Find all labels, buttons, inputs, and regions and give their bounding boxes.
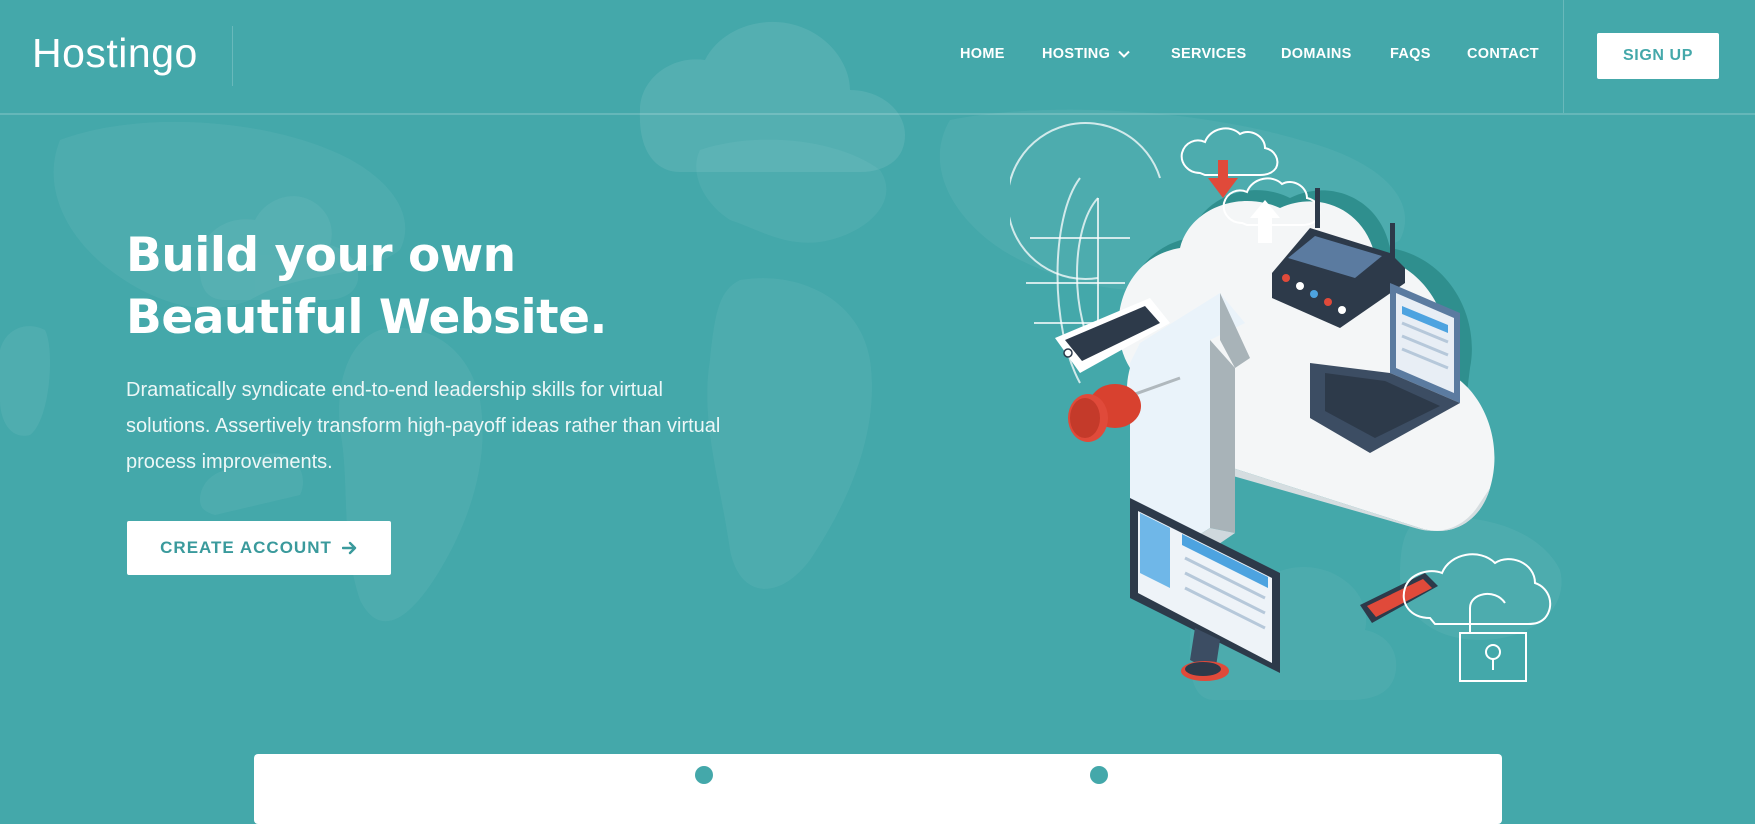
hero-title: Build your own Beautiful Website. — [126, 225, 607, 349]
nav-item-home[interactable]: HOME — [960, 46, 1005, 62]
cloud-hosting-illustration — [1010, 122, 1552, 682]
hero-description: Dramatically syndicate end-to-end leader… — [126, 379, 721, 473]
nav-divider — [1563, 0, 1564, 113]
hero-title-line-1: Build your own — [126, 228, 516, 283]
arrow-right-icon — [341, 541, 357, 555]
hero-title-line-2: Beautiful Website. — [126, 290, 607, 345]
nav-item-services[interactable]: SERVICES — [1171, 46, 1246, 62]
download-cloud-icon — [1180, 127, 1279, 198]
nav-item-hosting-label: HOSTING — [1042, 46, 1111, 62]
check-icon — [695, 766, 713, 784]
create-account-button[interactable]: CREATE ACCOUNT — [127, 521, 391, 575]
brand-logo[interactable]: Hostingo — [32, 30, 198, 77]
nav-item-faqs[interactable]: FAQS — [1390, 46, 1431, 62]
create-account-label: CREATE ACCOUNT — [160, 538, 332, 557]
signup-button[interactable]: SIGN UP — [1597, 33, 1719, 79]
mobile-phone-icon — [1360, 573, 1438, 623]
site-header: Hostingo HOME HOSTING SERVICES DOMAINS F… — [0, 0, 1755, 115]
check-icon — [1090, 766, 1108, 784]
nav-item-contact[interactable]: CONTACT — [1467, 46, 1539, 62]
chevron-down-icon — [1118, 50, 1130, 58]
nav-item-domains[interactable]: DOMAINS — [1281, 46, 1352, 62]
nav-item-hosting[interactable]: HOSTING — [1042, 46, 1130, 62]
logo-divider — [232, 26, 233, 86]
padlock-cloud-icon — [1402, 553, 1552, 682]
features-card — [254, 754, 1502, 824]
